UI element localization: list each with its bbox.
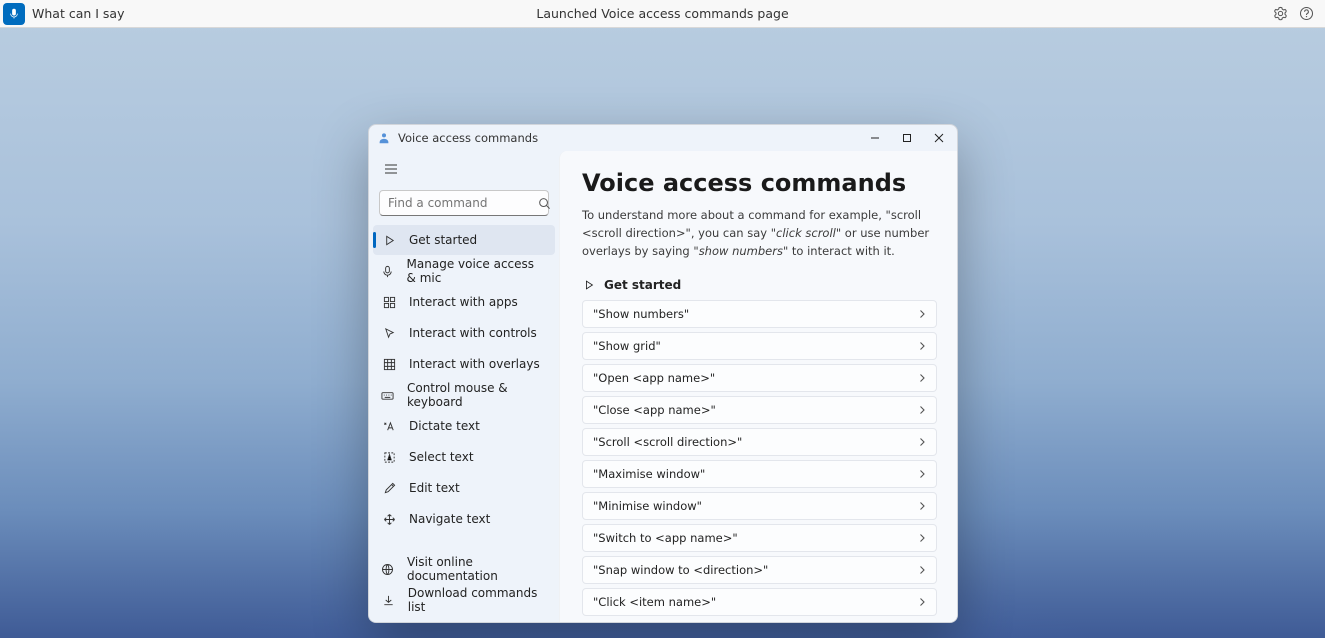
voice-access-bar: What can I say Launched Voice access com… [0, 0, 1325, 28]
intro-text: To understand more about a command for e… [582, 207, 937, 260]
command-item[interactable]: "Snap window to <direction>" [582, 556, 937, 584]
command-item[interactable]: "Open <app name>" [582, 364, 937, 392]
command-item[interactable]: "Switch to <app name>" [582, 524, 937, 552]
chevron-right-icon [917, 373, 927, 383]
command-item[interactable]: "Show grid" [582, 332, 937, 360]
chevron-right-icon [917, 469, 927, 479]
page-title: Voice access commands [582, 169, 937, 197]
play-icon [582, 278, 596, 292]
sidebar-item-navigate-text[interactable]: Navigate text [373, 504, 555, 534]
search-field[interactable] [388, 196, 538, 210]
voice-status-text: Launched Voice access commands page [536, 6, 788, 21]
chevron-right-icon [917, 405, 927, 415]
navigate-icon [381, 511, 397, 527]
pencil-icon [381, 480, 397, 496]
select-text-icon [381, 449, 397, 465]
sidebar-item-download[interactable]: Download commands list [373, 585, 555, 615]
dictate-icon [381, 418, 397, 434]
apps-icon [381, 294, 397, 310]
hamburger-icon [384, 162, 398, 176]
command-text: "Show grid" [593, 339, 661, 353]
command-text: "Close <app name>" [593, 403, 716, 417]
sidebar-item-select-text[interactable]: Select text [373, 442, 555, 472]
section-title: Get started [604, 278, 681, 292]
minimize-button[interactable] [859, 125, 891, 151]
maximize-button[interactable] [891, 125, 923, 151]
command-text: "Switch to <app name>" [593, 531, 738, 545]
minimize-icon [870, 133, 880, 143]
download-icon [381, 592, 396, 608]
maximize-icon [902, 133, 912, 143]
sidebar-item-edit-text[interactable]: Edit text [373, 473, 555, 503]
sidebar-item-label: Control mouse & keyboard [407, 381, 547, 409]
command-text: "Click <item name>" [593, 595, 716, 609]
titlebar[interactable]: Voice access commands [369, 125, 957, 151]
command-text: "Open <app name>" [593, 371, 715, 385]
settings-button[interactable] [1272, 6, 1288, 22]
sidebar-item-get-started[interactable]: Get started [373, 225, 555, 255]
command-item[interactable]: "Minimise window" [582, 492, 937, 520]
sidebar-item-label: Navigate text [409, 512, 490, 526]
sidebar-item-label: Download commands list [408, 586, 547, 614]
sidebar-item-label: Edit text [409, 481, 460, 495]
sidebar-item-label: Visit online documentation [407, 555, 547, 583]
help-button[interactable] [1298, 6, 1314, 22]
close-icon [934, 133, 944, 143]
command-item[interactable]: "Click <item name>" [582, 588, 937, 616]
sidebar-item-interact-controls[interactable]: Interact with controls [373, 318, 555, 348]
command-list: "Show numbers" "Show grid" "Open <app name… [582, 300, 937, 616]
app-icon [377, 131, 391, 145]
sidebar-item-label: Get started [409, 233, 477, 247]
sidebar-item-label: Select text [409, 450, 474, 464]
chevron-right-icon [917, 565, 927, 575]
keyboard-icon [381, 387, 395, 403]
search-icon [538, 197, 551, 210]
chevron-right-icon [917, 309, 927, 319]
nav-toggle-button[interactable] [373, 153, 409, 185]
window-title: Voice access commands [398, 131, 538, 145]
sidebar: Get started Manage voice access & mic In… [369, 151, 559, 622]
sidebar-item-interact-overlays[interactable]: Interact with overlays [373, 349, 555, 379]
section-header: Get started [582, 278, 937, 292]
command-item[interactable]: "Close <app name>" [582, 396, 937, 424]
close-button[interactable] [923, 125, 955, 151]
sidebar-item-manage-voice[interactable]: Manage voice access & mic [373, 256, 555, 286]
sidebar-item-label: Manage voice access & mic [407, 257, 547, 285]
command-text: "Snap window to <direction>" [593, 563, 768, 577]
sidebar-item-label: Interact with controls [409, 326, 537, 340]
chevron-right-icon [917, 341, 927, 351]
command-text: "Scroll <scroll direction>" [593, 435, 742, 449]
sidebar-item-online-docs[interactable]: Visit online documentation [373, 554, 555, 584]
help-icon [1299, 6, 1314, 21]
command-item[interactable]: "Scroll <scroll direction>" [582, 428, 937, 456]
mic-icon [8, 8, 20, 20]
content-panel[interactable]: Voice access commands To understand more… [559, 151, 957, 622]
command-text: "Maximise window" [593, 467, 705, 481]
voice-commands-window: Voice access commands Get started [368, 124, 958, 623]
sidebar-item-label: Dictate text [409, 419, 480, 433]
chevron-right-icon [917, 597, 927, 607]
play-icon [381, 232, 397, 248]
sidebar-item-mouse-keyboard[interactable]: Control mouse & keyboard [373, 380, 555, 410]
command-text: "Show numbers" [593, 307, 689, 321]
globe-icon [381, 561, 395, 577]
sidebar-item-label: Interact with overlays [409, 357, 540, 371]
gear-icon [1273, 6, 1288, 21]
chevron-right-icon [917, 437, 927, 447]
command-text: "Minimise window" [593, 499, 702, 513]
chevron-right-icon [917, 501, 927, 511]
voice-prompt-text: What can I say [32, 6, 124, 21]
mic-button[interactable] [3, 3, 25, 25]
cursor-icon [381, 325, 397, 341]
sidebar-item-label: Interact with apps [409, 295, 518, 309]
sidebar-item-interact-apps[interactable]: Interact with apps [373, 287, 555, 317]
grid-icon [381, 356, 397, 372]
command-item[interactable]: "Maximise window" [582, 460, 937, 488]
sidebar-item-dictate[interactable]: Dictate text [373, 411, 555, 441]
search-input[interactable] [379, 190, 549, 216]
chevron-right-icon [917, 533, 927, 543]
command-item[interactable]: "Show numbers" [582, 300, 937, 328]
mic-icon [381, 263, 395, 279]
